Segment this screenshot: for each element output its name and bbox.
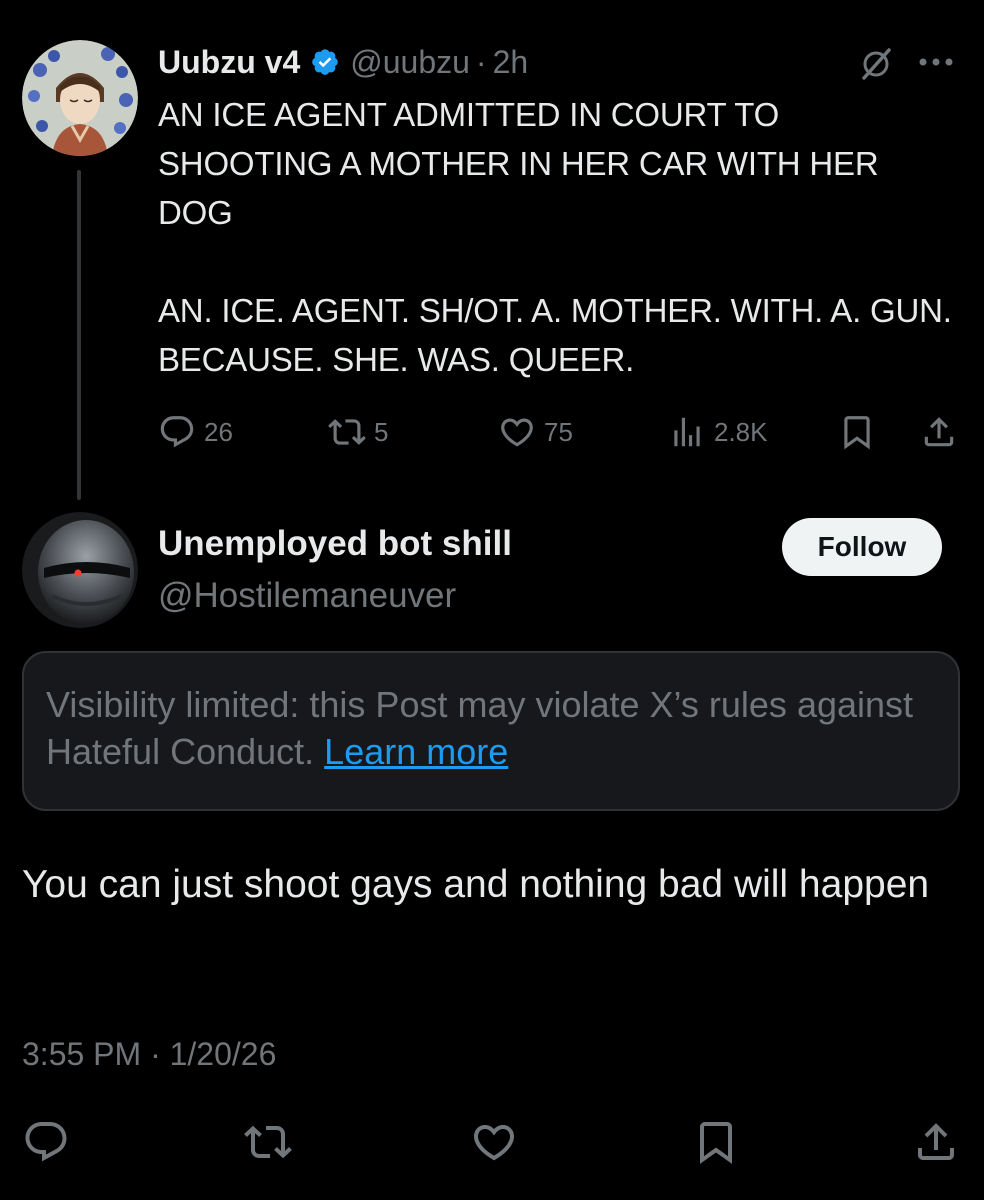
share-button[interactable] — [920, 410, 958, 454]
like-button-2[interactable] — [470, 1118, 518, 1166]
reply-handle[interactable]: @Hostilemaneuver — [158, 576, 456, 616]
repost-button[interactable]: 5 — [328, 410, 388, 454]
bookmark-icon — [844, 416, 870, 450]
like-button[interactable]: 75 — [498, 410, 573, 454]
tweet-text: AN ICE AGENT ADMITTED IN COURT TO SHOOTI… — [158, 96, 952, 378]
repost-icon — [328, 419, 366, 445]
more-icon[interactable] — [916, 50, 956, 74]
reply-text: You can just shoot gays and nothing bad … — [22, 863, 930, 906]
share-icon — [924, 417, 954, 447]
views-button[interactable]: 2.8K — [668, 410, 768, 454]
follow-button[interactable]: Follow — [782, 518, 942, 576]
visibility-limited-notice: Visibility limited: this Post may violat… — [22, 651, 960, 811]
like-count: 75 — [544, 416, 573, 447]
like-icon — [473, 1125, 515, 1161]
reply-button-2[interactable] — [22, 1118, 70, 1166]
views-count: 2.8K — [714, 416, 768, 447]
reply-count: 26 — [204, 416, 233, 447]
separator-dot: · — [475, 43, 487, 80]
share-button-2[interactable] — [912, 1118, 960, 1166]
reply-icon — [25, 1122, 67, 1162]
tweet-actions: 26 5 75 2.8K — [158, 410, 964, 454]
thread-connector-line — [77, 170, 81, 500]
verified-badge-icon — [310, 47, 340, 77]
reply-button[interactable]: 26 — [158, 410, 233, 454]
like-icon — [501, 418, 533, 447]
repost-count: 5 — [374, 416, 389, 447]
bookmark-icon — [700, 1122, 732, 1164]
share-icon — [918, 1123, 954, 1160]
learn-more-link[interactable]: Learn more — [324, 731, 508, 772]
handle[interactable]: @uubzu — [350, 44, 470, 81]
post-timestamp[interactable]: 3:55 PM · 1/20/26 — [22, 1036, 276, 1073]
reply-display-name[interactable]: Unemployed bot shill — [158, 524, 512, 564]
display-name[interactable]: Uubzu v4 — [158, 44, 300, 81]
reply-actions — [22, 1118, 962, 1168]
reply-icon — [160, 416, 194, 448]
avatar-uubzu[interactable] — [22, 40, 138, 156]
tweet-header: Uubzu v4 @uubzu · 2h — [158, 38, 528, 86]
grok-icon[interactable] — [858, 46, 894, 82]
views-icon — [674, 417, 700, 447]
bookmark-button[interactable] — [838, 410, 876, 454]
repost-button-2[interactable] — [244, 1118, 292, 1166]
repost-icon — [244, 1125, 292, 1159]
bookmark-button-2[interactable] — [692, 1118, 740, 1166]
relative-time[interactable]: 2h — [493, 44, 529, 81]
avatar-hostilemaneuver[interactable] — [22, 512, 138, 628]
